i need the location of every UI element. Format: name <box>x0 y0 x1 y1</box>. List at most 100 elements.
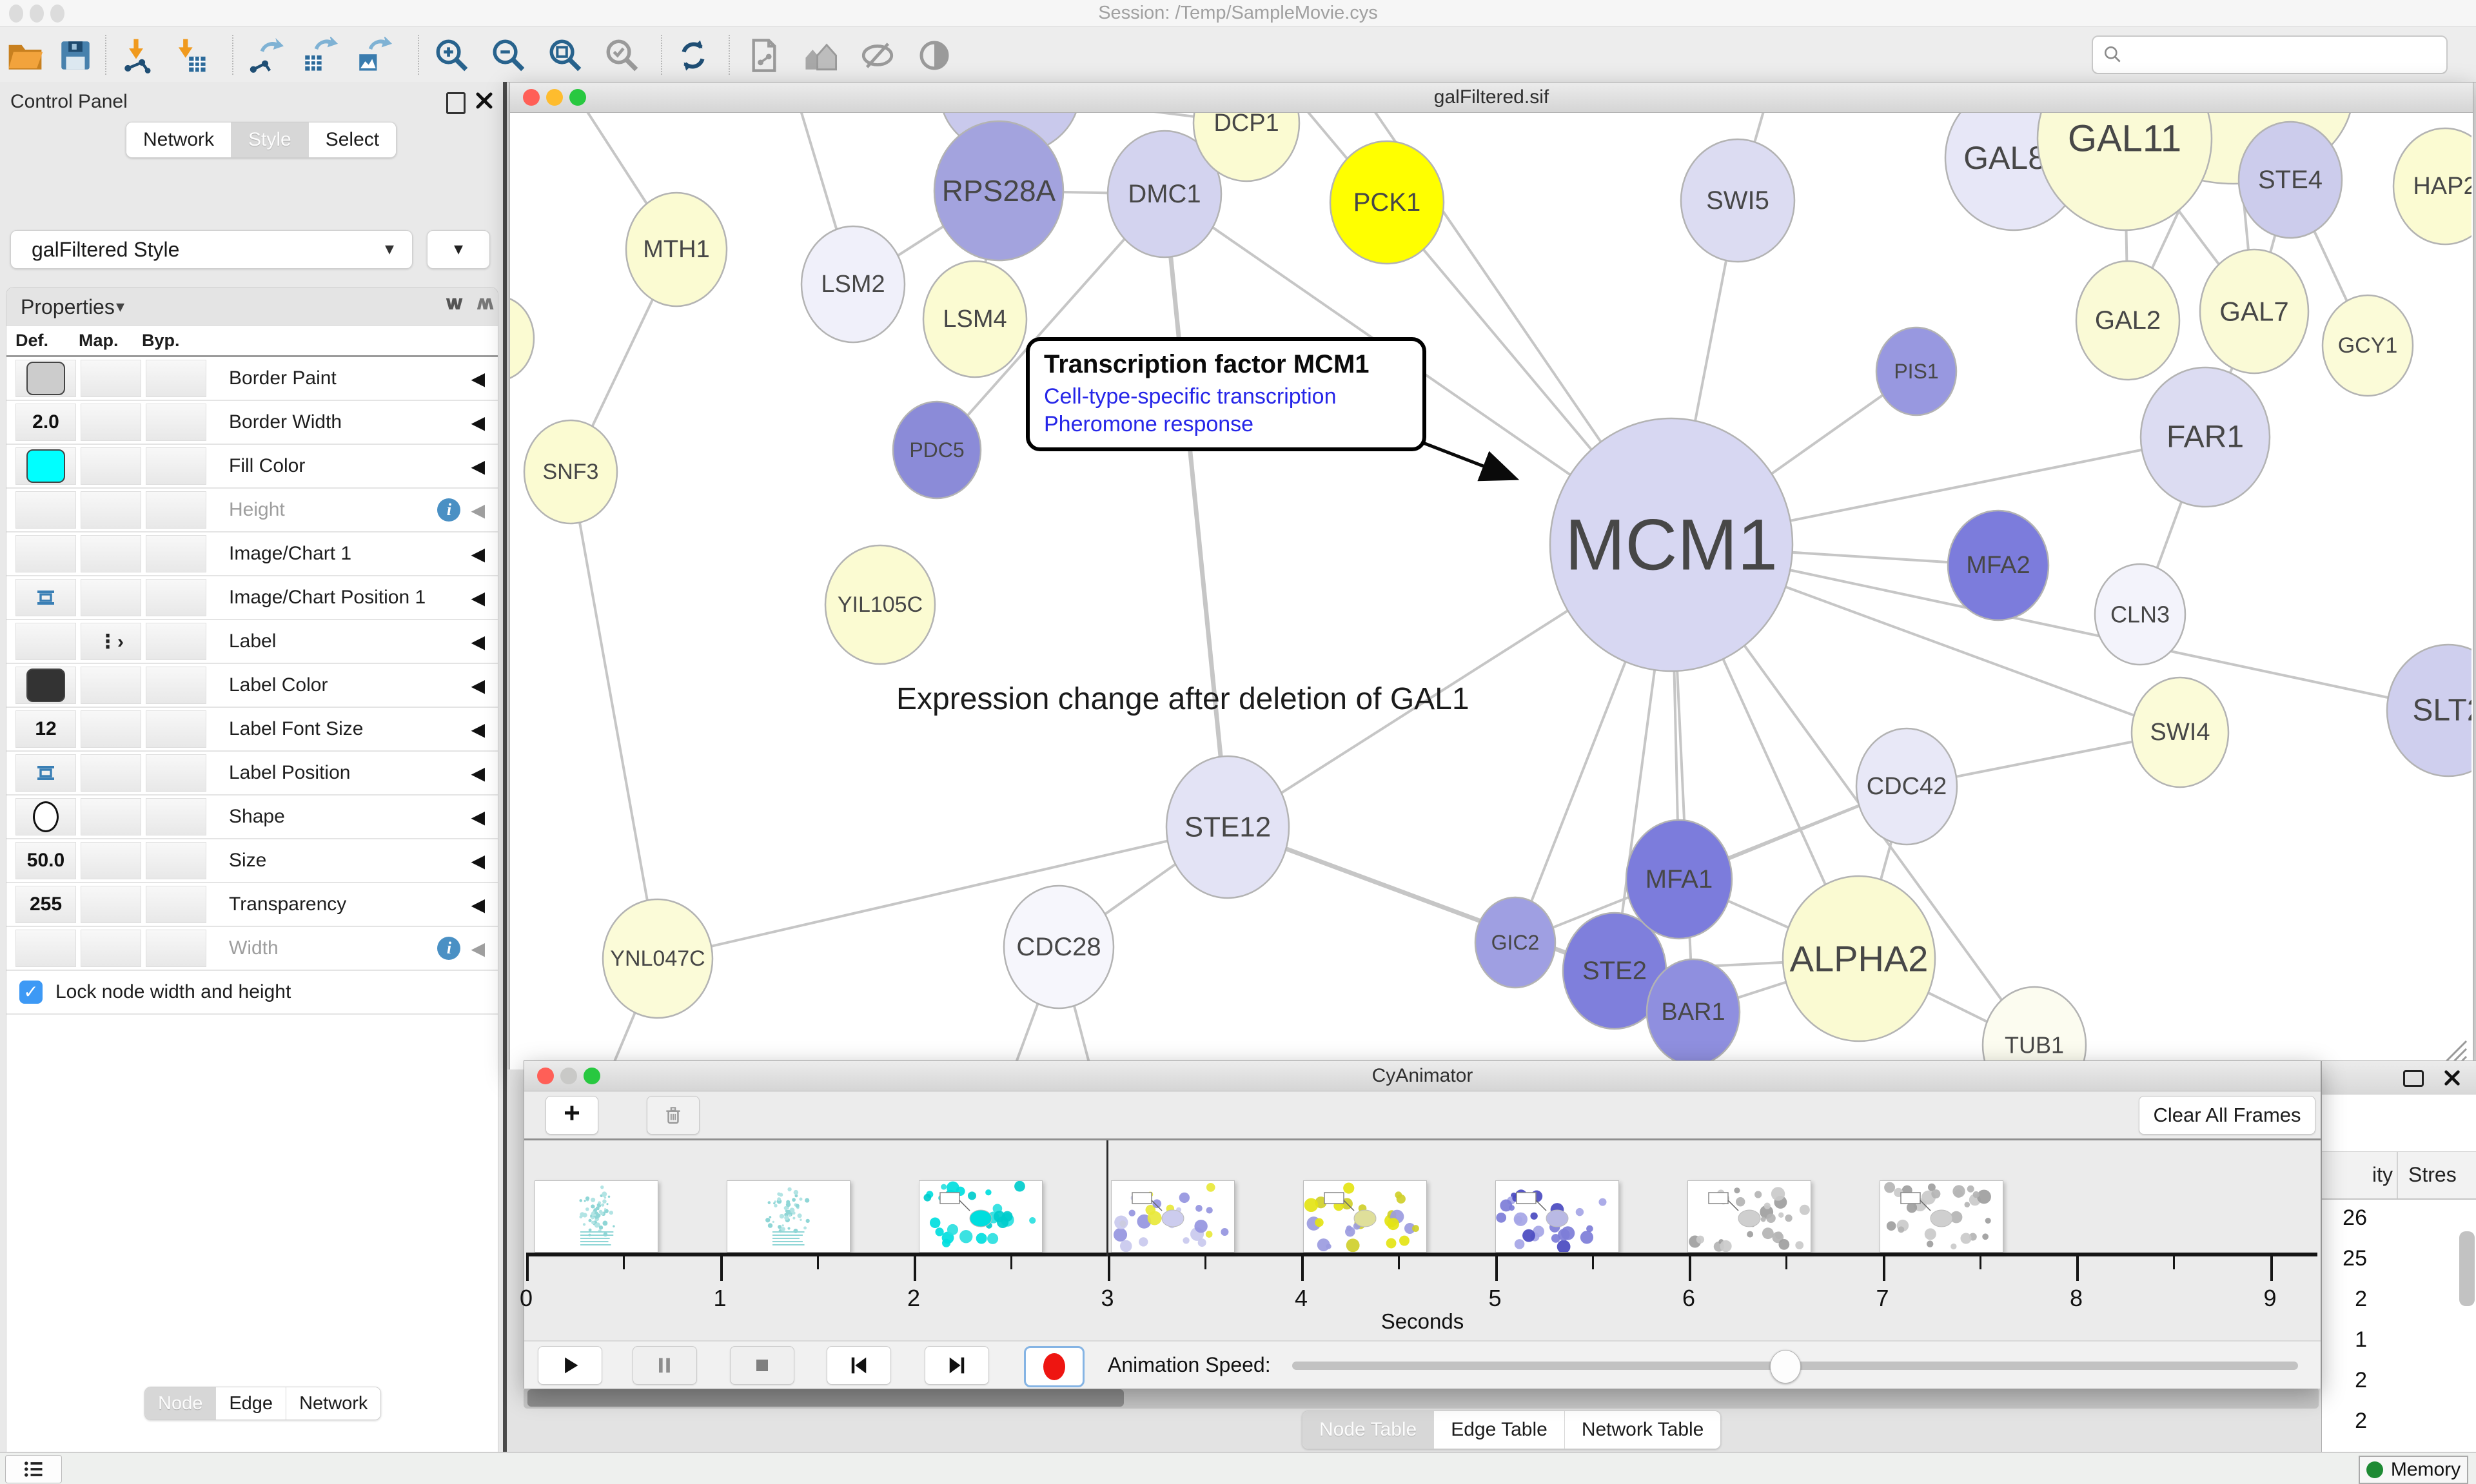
property-row-label-font-size[interactable]: 12Label Font Size◀ <box>6 708 498 752</box>
property-cell[interactable] <box>81 930 141 967</box>
property-cell[interactable] <box>146 535 206 572</box>
annotation-link-1[interactable]: Cell-type-specific transcription <box>1044 384 1408 409</box>
cyanimator-titlebar[interactable]: CyAnimator <box>524 1061 2321 1091</box>
export-table-button[interactable] <box>298 34 340 77</box>
timeline-playhead[interactable] <box>1106 1140 1108 1256</box>
expand-row-icon[interactable]: ◀ <box>471 368 485 389</box>
hide-details-button[interactable] <box>856 34 899 77</box>
tab-style[interactable]: Style <box>231 122 309 157</box>
tab-node-style[interactable]: Node <box>145 1387 216 1420</box>
frame-thumbnail-1[interactable] <box>727 1180 850 1253</box>
property-cell[interactable] <box>15 623 76 660</box>
expand-row-icon[interactable]: ◀ <box>471 587 485 609</box>
expand-row-icon[interactable]: ◀ <box>471 675 485 696</box>
node-SLT2[interactable]: SLT2 <box>2387 645 2471 776</box>
minimize-window-icon[interactable] <box>30 5 44 23</box>
node-MFA2[interactable]: MFA2 <box>1948 511 2049 620</box>
add-frame-button[interactable]: + <box>545 1096 598 1135</box>
property-cell[interactable] <box>146 491 206 529</box>
network-window-titlebar[interactable]: galFiltered.sif <box>510 83 2473 113</box>
tab-edge-table[interactable]: Edge Table <box>1434 1411 1565 1449</box>
node-BAR1[interactable]: BAR1 <box>1647 959 1740 1065</box>
info-icon[interactable]: i <box>437 498 460 522</box>
property-cell[interactable] <box>15 667 76 704</box>
show-details-button[interactable] <box>913 34 956 77</box>
results-scrollbar[interactable] <box>2459 1231 2475 1306</box>
property-cell[interactable] <box>146 404 206 441</box>
frame-thumbnail-2[interactable] <box>919 1180 1043 1253</box>
property-cell[interactable]: 255 <box>15 886 76 923</box>
expand-row-icon[interactable]: ◀ <box>471 719 485 740</box>
zoom-fit-button[interactable] <box>544 34 587 77</box>
node-GCY1[interactable]: GCY1 <box>2323 295 2413 396</box>
export-network-button[interactable] <box>244 34 286 77</box>
search-input[interactable] <box>2130 39 2446 70</box>
property-cell[interactable] <box>81 404 141 441</box>
network-file-button[interactable] <box>743 34 785 77</box>
node-STE12[interactable]: STE12 <box>1166 756 1289 898</box>
frame-thumbnail-4[interactable] <box>1303 1180 1427 1253</box>
property-cell[interactable] <box>81 798 141 835</box>
property-row-fill-color[interactable]: Fill Color◀ <box>6 445 498 489</box>
property-cell[interactable] <box>15 535 76 572</box>
property-cell[interactable] <box>146 447 206 485</box>
edge-DMC1-STE12[interactable] <box>1164 194 1228 827</box>
properties-header[interactable]: Properties ▾ ∨∨ ∧∧ <box>6 288 498 326</box>
node-GAL2[interactable]: GAL2 <box>2076 261 2179 380</box>
clear-all-frames-button[interactable]: Clear All Frames <box>2139 1096 2315 1135</box>
frame-thumbnail-7[interactable] <box>1880 1180 2003 1253</box>
property-cell[interactable] <box>146 842 206 879</box>
tab-select[interactable]: Select <box>309 122 396 157</box>
node-MCM1[interactable]: MCM1 <box>1550 418 1793 671</box>
property-row-border-paint[interactable]: Border Paint◀ <box>6 357 498 401</box>
node-GIC2[interactable]: GIC2 <box>1475 897 1555 988</box>
network-graph[interactable]: MTH1LSM2LSM4RPS28ADMC1DCP1PCK1SWI5GAL80G… <box>510 113 2471 1071</box>
property-cell[interactable] <box>15 930 76 967</box>
results-table-header[interactable]: ity Stres <box>2322 1151 2476 1200</box>
expand-row-icon[interactable]: ◀ <box>471 500 485 521</box>
info-icon[interactable]: i <box>437 937 460 960</box>
expand-row-icon[interactable]: ◀ <box>471 631 485 652</box>
frame-thumbnail-5[interactable] <box>1495 1180 1619 1253</box>
node-HAP2[interactable]: HAP2 <box>2393 128 2471 244</box>
panel-splitter[interactable] <box>503 82 507 1452</box>
property-cell[interactable] <box>81 491 141 529</box>
node-SNF3[interactable]: SNF3 <box>524 420 617 523</box>
close-window-icon[interactable] <box>9 5 23 23</box>
table-horizontal-scrollbar[interactable] <box>524 1387 2319 1409</box>
delete-frame-button[interactable] <box>647 1096 700 1135</box>
maximize-window-icon[interactable] <box>569 89 586 106</box>
network-canvas[interactable]: MTH1LSM2LSM4RPS28ADMC1DCP1PCK1SWI5GAL80G… <box>510 113 2473 1071</box>
property-row-image-chart-position-1[interactable]: Image/Chart Position 1◀ <box>6 576 498 620</box>
memory-button[interactable]: Memory <box>2359 1456 2468 1484</box>
node-YNL047C[interactable]: YNL047C <box>603 899 712 1018</box>
zoom-in-button[interactable] <box>431 34 473 77</box>
property-cell[interactable]: 50.0 <box>15 842 76 879</box>
column-centrality[interactable]: ity <box>2322 1152 2398 1198</box>
property-cell[interactable] <box>81 360 141 397</box>
column-stress[interactable]: Stres <box>2398 1152 2476 1198</box>
node-RPS28A[interactable]: RPS28A <box>934 121 1063 260</box>
node-LSM4[interactable]: LSM4 <box>923 261 1027 377</box>
expand-row-icon[interactable]: ◀ <box>471 763 485 784</box>
maximize-window-icon[interactable] <box>584 1068 600 1084</box>
node-STE4[interactable]: STE4 <box>2239 122 2342 238</box>
property-cell[interactable] <box>81 842 141 879</box>
property-cell[interactable] <box>146 798 206 835</box>
lock-size-checkbox[interactable]: ✓ <box>19 981 43 1004</box>
property-row-width[interactable]: Widthi◀ <box>6 927 498 971</box>
property-row-size[interactable]: 50.0Size◀ <box>6 839 498 883</box>
caption-text[interactable]: Expression change after deletion of GAL1 <box>896 682 1469 716</box>
node-LEFTCUT[interactable] <box>510 297 534 380</box>
tab-edge-style[interactable]: Edge <box>216 1387 286 1420</box>
style-options-button[interactable]: ▾ <box>427 230 490 269</box>
expand-all-icon[interactable]: ∨∨ <box>443 292 457 315</box>
node-PDC5[interactable]: PDC5 <box>893 402 981 498</box>
expand-row-icon[interactable]: ◀ <box>471 543 485 565</box>
property-row-height[interactable]: Heighti◀ <box>6 489 498 532</box>
property-row-shape[interactable]: Shape◀ <box>6 796 498 839</box>
property-cell[interactable] <box>15 360 76 397</box>
node-FAR1[interactable]: FAR1 <box>2141 367 2270 507</box>
property-cell[interactable] <box>146 360 206 397</box>
pause-button[interactable] <box>633 1346 697 1385</box>
